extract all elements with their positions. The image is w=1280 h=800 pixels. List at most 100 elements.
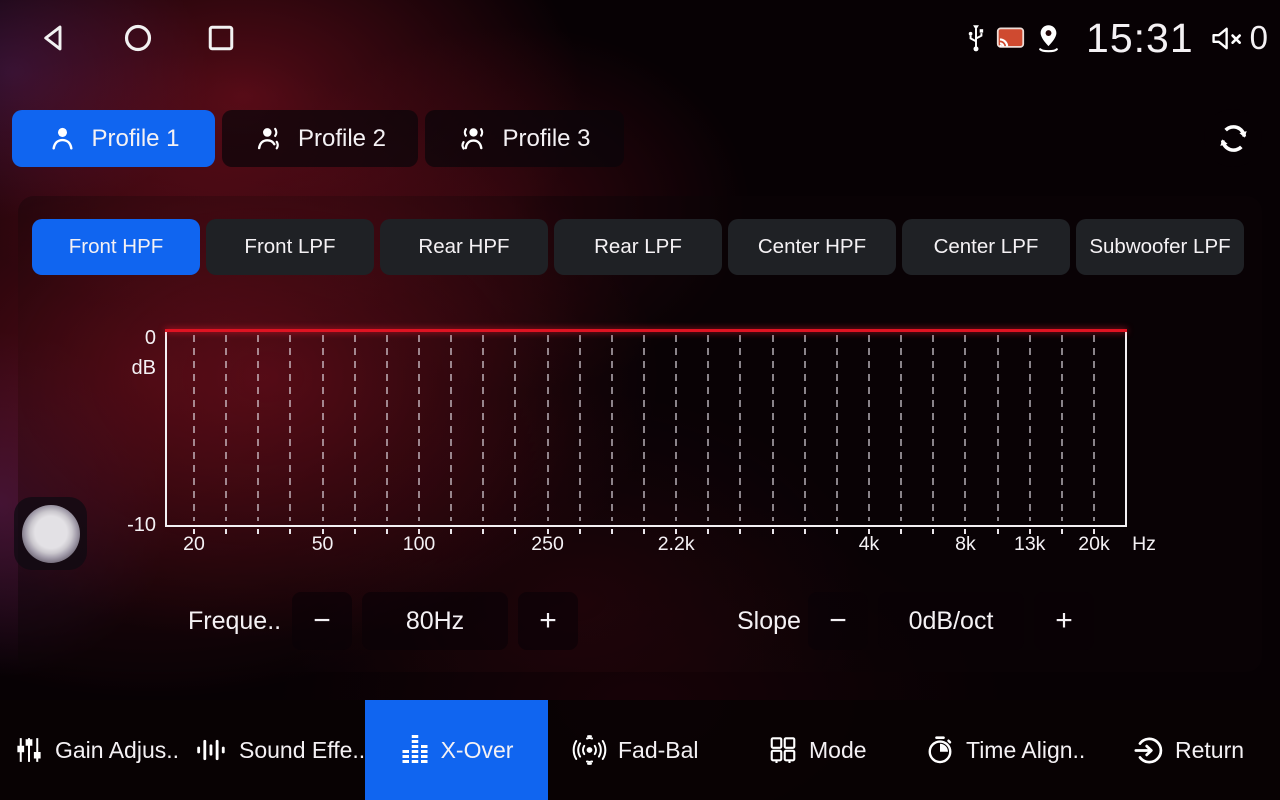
chart-gridline xyxy=(997,335,999,521)
filter-tab-subwoofer-lpf[interactable]: Subwoofer LPF xyxy=(1076,219,1244,275)
profile-tab-3[interactable]: Profile 3 xyxy=(425,110,624,167)
nav-item-x-over[interactable]: X-Over xyxy=(365,700,548,800)
nav-item-label: X-Over xyxy=(441,737,514,764)
slope-label: Slope xyxy=(737,592,801,650)
chart-gridline xyxy=(1061,335,1063,521)
home-icon[interactable] xyxy=(122,22,154,54)
profile-tab-label: Profile 3 xyxy=(502,125,590,153)
filter-tab-center-lpf[interactable]: Center LPF xyxy=(902,219,1070,275)
filter-tab-rear-lpf[interactable]: Rear LPF xyxy=(554,219,722,275)
return-arrow-icon xyxy=(1133,735,1164,766)
chart-gridline xyxy=(964,335,966,521)
x-axis-tick-label: 13k xyxy=(1014,533,1045,556)
filter-tab-label: Center LPF xyxy=(934,235,1039,259)
back-icon[interactable] xyxy=(38,22,70,54)
chart-gridline xyxy=(836,335,838,521)
slope-value: 0dB/oct xyxy=(878,592,1024,650)
nav-item-return[interactable]: Return xyxy=(1133,700,1244,800)
frequency-minus-button[interactable]: − xyxy=(292,592,352,650)
chart-gridline xyxy=(225,335,227,521)
nav-item-time-align[interactable]: Time Align.. xyxy=(925,700,1085,800)
filter-tab-front-lpf[interactable]: Front LPF xyxy=(206,219,374,275)
nav-item-label: Fad-Bal xyxy=(618,737,699,764)
chart-gridline xyxy=(772,335,774,521)
chart-gridline xyxy=(1029,335,1031,521)
x-axis-tick-label: 20k xyxy=(1078,533,1109,556)
floating-knob-button[interactable] xyxy=(14,497,87,570)
chart-gridline xyxy=(289,335,291,521)
filter-tab-center-hpf[interactable]: Center HPF xyxy=(728,219,896,275)
frequency-label: Freque.. xyxy=(188,592,281,650)
nav-item-gain-adjus[interactable]: Gain Adjus.. xyxy=(14,700,179,800)
filter-tab-label: Rear HPF xyxy=(418,235,509,259)
filter-controls: Freque.. − 80Hz + Slope − 0dB/oct + xyxy=(0,592,1280,650)
y-axis-top-label: 0 xyxy=(98,327,156,350)
x-axis-tick-label: 100 xyxy=(403,533,436,556)
nav-item-fad-bal[interactable]: Fad-Bal xyxy=(572,700,699,800)
filter-tab-label: Front HPF xyxy=(69,235,164,259)
volume-muted-icon xyxy=(1210,24,1248,53)
chart-gridline xyxy=(418,335,420,521)
nav-item-sound-effe[interactable]: Sound Effe.. xyxy=(196,700,365,800)
profile-tab-2[interactable]: Profile 2 xyxy=(222,110,418,167)
chart-gridline xyxy=(514,335,516,521)
chart-gridline xyxy=(643,335,645,521)
x-axis-tick-label: 8k xyxy=(955,533,976,556)
slope-minus-button[interactable]: − xyxy=(808,592,868,650)
frequency-response-plot xyxy=(165,330,1127,527)
location-icon xyxy=(1035,23,1062,54)
chart-gridline xyxy=(322,335,324,521)
sound-wave-icon xyxy=(196,735,228,765)
nav-item-label: Time Align.. xyxy=(966,737,1085,764)
filter-tab-rear-hpf[interactable]: Rear HPF xyxy=(380,219,548,275)
status-bar: 15:31 0 xyxy=(0,0,1280,76)
chart-gridline xyxy=(450,335,452,521)
chart-gridline xyxy=(675,335,677,521)
x-axis-tick-label: 250 xyxy=(531,533,564,556)
x-axis-tick-label: 50 xyxy=(312,533,334,556)
fadbal-speaker-icon xyxy=(572,735,607,765)
user-wave-both-icon xyxy=(458,123,489,154)
recents-icon[interactable] xyxy=(206,23,236,53)
chart-gridline xyxy=(193,335,195,521)
stopwatch-icon xyxy=(925,735,955,765)
chart-gridline xyxy=(579,335,581,521)
usb-icon xyxy=(963,23,989,54)
chart-gridline xyxy=(386,335,388,521)
response-curve xyxy=(165,329,1127,332)
filter-tab-label: Subwoofer LPF xyxy=(1089,235,1230,259)
x-axis-tick-label: 4k xyxy=(859,533,880,556)
chart-gridline xyxy=(707,335,709,521)
filter-tab-label: Rear LPF xyxy=(594,235,682,259)
chart-gridline xyxy=(354,335,356,521)
frequency-plus-button[interactable]: + xyxy=(518,592,578,650)
profile-tab-label: Profile 1 xyxy=(91,125,179,153)
chart-gridline xyxy=(932,335,934,521)
chart-gridline xyxy=(804,335,806,521)
cast-icon xyxy=(996,26,1025,50)
nav-item-mode[interactable]: Mode xyxy=(768,700,867,800)
x-axis-labels: 20501002502.2k4k8k13k20kHz xyxy=(0,533,1280,559)
user-wave-right-icon xyxy=(254,123,285,154)
chart-gridline xyxy=(547,335,549,521)
chart-gridline xyxy=(900,335,902,521)
nav-item-label: Mode xyxy=(809,737,867,764)
chart-gridline xyxy=(257,335,259,521)
gain-sliders-icon xyxy=(14,735,44,765)
mode-grid-icon xyxy=(768,735,798,765)
chart-gridline xyxy=(1093,335,1095,521)
knob-circle-icon xyxy=(22,505,80,563)
android-nav-buttons xyxy=(38,12,236,64)
filter-tab-label: Front LPF xyxy=(244,235,335,259)
equalizer-icon xyxy=(400,735,430,765)
profile-tab-1[interactable]: Profile 1 xyxy=(12,110,215,167)
slope-plus-button[interactable]: + xyxy=(1034,592,1094,650)
nav-item-label: Gain Adjus.. xyxy=(55,737,179,764)
volume-level: 0 xyxy=(1250,19,1268,57)
filter-tab-front-hpf[interactable]: Front HPF xyxy=(32,219,200,275)
chart-gridline xyxy=(611,335,613,521)
refresh-button[interactable] xyxy=(1204,109,1262,167)
x-axis-unit-label: Hz xyxy=(1132,533,1156,556)
chart-gridline xyxy=(739,335,741,521)
nav-item-label: Sound Effe.. xyxy=(239,737,365,764)
